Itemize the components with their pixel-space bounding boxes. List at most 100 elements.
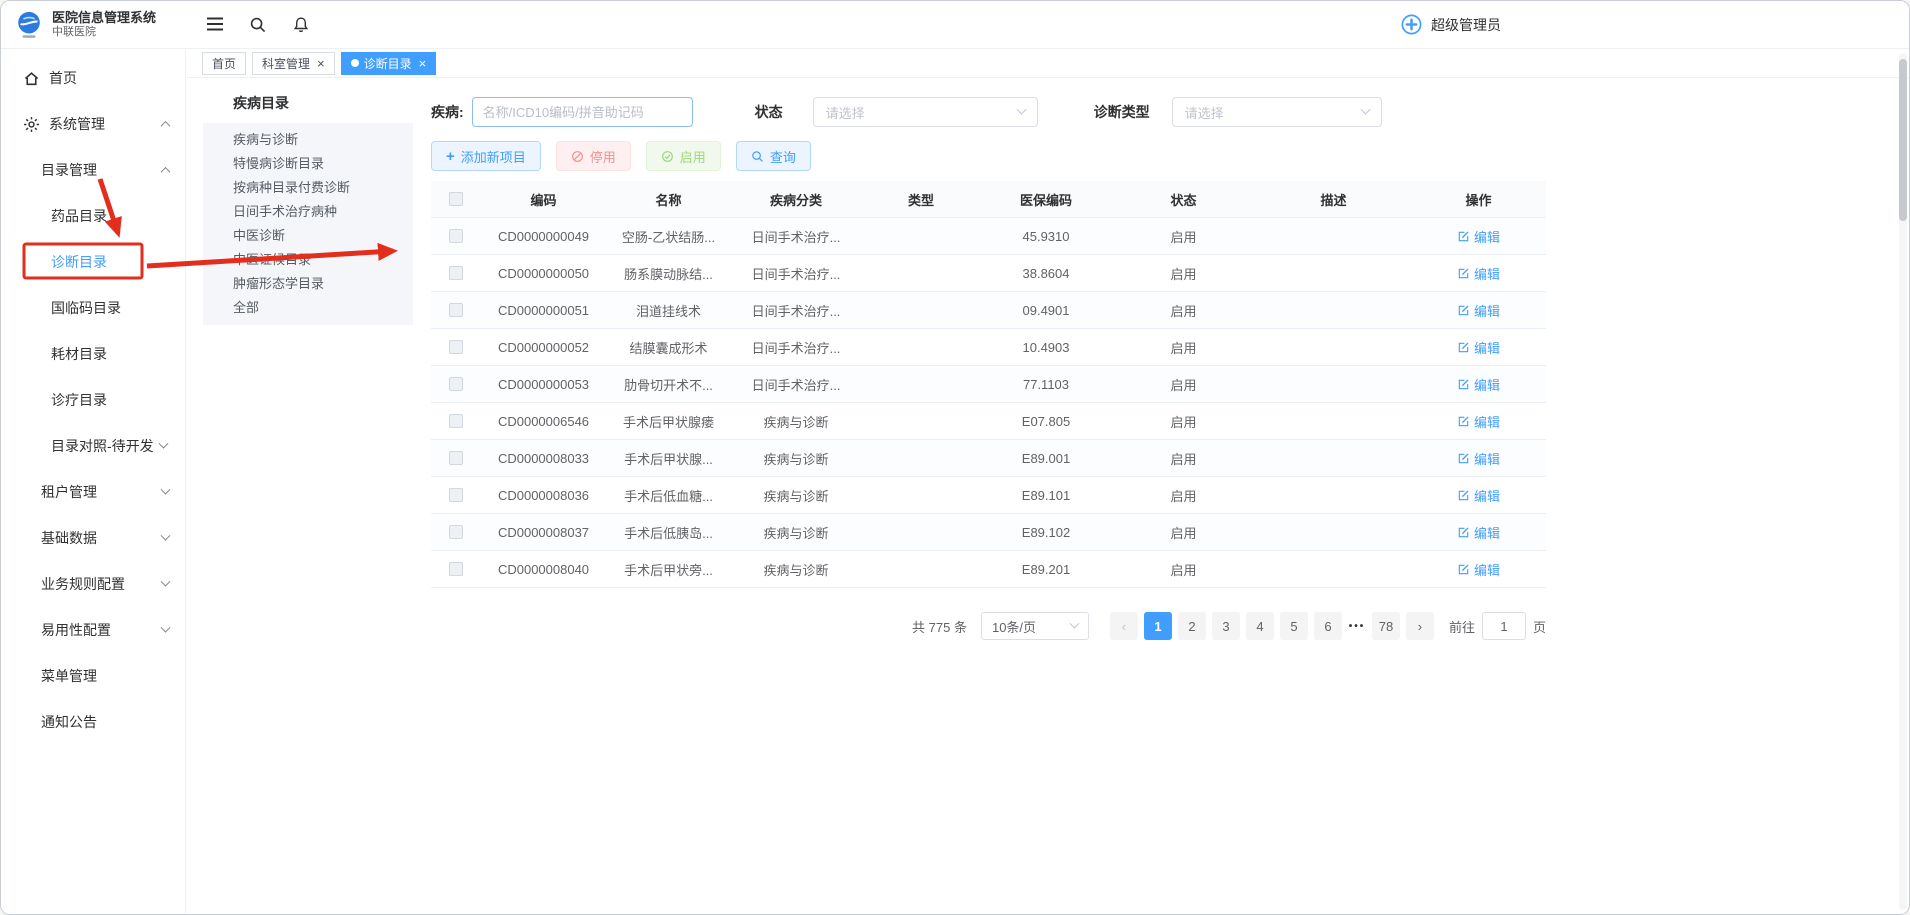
select-placeholder: 请选择 (1185, 103, 1224, 122)
header-actions: 操作 (1411, 181, 1546, 217)
row-checkbox[interactable] (449, 562, 463, 576)
row-checkbox[interactable] (449, 525, 463, 539)
catalog-item[interactable]: 肿瘤形态学目录 (203, 272, 413, 296)
enable-button[interactable]: 启用 (646, 141, 721, 171)
gear-icon (23, 116, 40, 133)
next-page-button[interactable]: › (1406, 612, 1434, 640)
page-button[interactable]: 1 (1144, 612, 1172, 640)
sidebar-item-business-rules[interactable]: 业务规则配置 (1, 561, 185, 607)
sidebar-item-base-data[interactable]: 基础数据 (1, 515, 185, 561)
catalog-item[interactable]: 疾病与诊断 (203, 128, 413, 152)
edit-button[interactable]: 编辑 (1457, 560, 1500, 579)
description-cell (1256, 366, 1411, 402)
tab-home[interactable]: 首页 (202, 52, 246, 75)
disable-button[interactable]: 停用 (556, 141, 631, 171)
edit-button[interactable]: 编辑 (1457, 227, 1500, 246)
page-button[interactable]: 4 (1246, 612, 1274, 640)
catalog-item[interactable]: 按病种目录付费诊断 (203, 176, 413, 200)
disease-search-input[interactable] (472, 97, 693, 127)
sidebar-item-catalog-mapping[interactable]: 目录对照-待开发 (1, 423, 185, 469)
sidebar-item-menu-mgmt[interactable]: 菜单管理 (1, 653, 185, 699)
status-cell: 启用 (1111, 514, 1256, 550)
catalog-item[interactable]: 中医证候目录 (203, 248, 413, 272)
page-button[interactable]: 5 (1280, 612, 1308, 640)
collapse-menu-icon[interactable] (206, 16, 224, 34)
sidebar-item-catalog-mgmt[interactable]: 目录管理 (1, 147, 185, 193)
prev-page-button[interactable]: ‹ (1110, 612, 1138, 640)
row-checkbox[interactable] (449, 340, 463, 354)
bell-icon[interactable] (292, 16, 310, 34)
edit-icon (1457, 230, 1470, 243)
description-cell (1256, 477, 1411, 513)
code-cell: CD0000006546 (481, 403, 606, 439)
name-cell: 手术后甲状腺瘘 (606, 403, 731, 439)
edit-button[interactable]: 编辑 (1457, 375, 1500, 394)
code-cell: CD0000008037 (481, 514, 606, 550)
row-checkbox[interactable] (449, 414, 463, 428)
name-cell: 手术后甲状腺... (606, 440, 731, 476)
medical-cross-icon (1400, 13, 1423, 36)
row-checkbox[interactable] (449, 451, 463, 465)
main-content: 疾病: 状态 请选择 诊断类型 请选择 + 添加新项目 (431, 97, 1546, 640)
insurance-code-cell: E89.101 (981, 477, 1111, 513)
table-row: CD0000006546 手术后甲状腺瘘 疾病与诊断 E07.805 启用 编辑 (431, 403, 1546, 440)
page-button[interactable]: 2 (1178, 612, 1206, 640)
catalog-item[interactable]: 全部 (203, 296, 413, 320)
sidebar-item-consumable-catalog[interactable]: 耗材目录 (1, 331, 185, 377)
row-checkbox[interactable] (449, 303, 463, 317)
row-checkbox[interactable] (449, 229, 463, 243)
catalog-title: 疾病目录 (203, 87, 413, 123)
last-page-button[interactable]: 78 (1372, 612, 1400, 640)
tab-label: 科室管理 (262, 55, 310, 72)
page-button[interactable]: 6 (1314, 612, 1342, 640)
sidebar-item-treatment-catalog[interactable]: 诊疗目录 (1, 377, 185, 423)
add-item-button[interactable]: + 添加新项目 (431, 141, 541, 171)
page-size-select[interactable]: 10条/页 (981, 612, 1089, 640)
row-checkbox[interactable] (449, 488, 463, 502)
sidebar-item-label: 业务规则配置 (41, 574, 125, 594)
catalog-item[interactable]: 日间手术治疗病种 (203, 200, 413, 224)
edit-button[interactable]: 编辑 (1457, 523, 1500, 542)
tab-bar: 首页 科室管理 × 诊断目录 × (187, 49, 1909, 78)
query-button[interactable]: 查询 (736, 141, 811, 171)
user-menu[interactable]: 超级管理员 (1400, 13, 1501, 36)
sidebar-item-system[interactable]: 系统管理 (1, 101, 185, 147)
category-cell: 日间手术治疗... (731, 292, 861, 328)
sidebar-item-drug-catalog[interactable]: 药品目录 (1, 193, 185, 239)
tab-department-mgmt[interactable]: 科室管理 × (252, 52, 335, 75)
status-cell: 启用 (1111, 551, 1256, 587)
category-cell: 疾病与诊断 (731, 440, 861, 476)
type-cell (861, 255, 981, 291)
sidebar-item-national-code-catalog[interactable]: 国临码目录 (1, 285, 185, 331)
edit-button[interactable]: 编辑 (1457, 486, 1500, 505)
edit-button[interactable]: 编辑 (1457, 412, 1500, 431)
sidebar-item-home[interactable]: 首页 (1, 55, 185, 101)
status-select[interactable]: 请选择 (813, 97, 1038, 127)
edit-button[interactable]: 编辑 (1457, 449, 1500, 468)
header-type: 类型 (861, 181, 981, 217)
header-icons (206, 16, 310, 34)
close-icon[interactable]: × (419, 57, 427, 70)
scrollbar-thumb[interactable] (1899, 59, 1907, 221)
search-icon[interactable] (249, 16, 267, 34)
sidebar-item-usability-config[interactable]: 易用性配置 (1, 607, 185, 653)
edit-button[interactable]: 编辑 (1457, 301, 1500, 320)
catalog-item[interactable]: 中医诊断 (203, 224, 413, 248)
select-all-checkbox[interactable] (449, 192, 463, 206)
goto-page-input[interactable] (1482, 612, 1526, 640)
vertical-scrollbar[interactable] (1899, 53, 1907, 910)
sidebar-item-tenant-mgmt[interactable]: 租户管理 (1, 469, 185, 515)
more-pages-icon[interactable]: ••• (1345, 621, 1369, 632)
edit-button[interactable]: 编辑 (1457, 264, 1500, 283)
type-cell (861, 329, 981, 365)
row-checkbox[interactable] (449, 377, 463, 391)
tab-diagnosis-catalog[interactable]: 诊断目录 × (341, 52, 437, 75)
row-checkbox[interactable] (449, 266, 463, 280)
sidebar-item-diagnosis-catalog[interactable]: 诊断目录 (1, 239, 185, 285)
page-button[interactable]: 3 (1212, 612, 1240, 640)
edit-button[interactable]: 编辑 (1457, 338, 1500, 357)
catalog-item[interactable]: 特慢病诊断目录 (203, 152, 413, 176)
diagnosis-type-select[interactable]: 请选择 (1172, 97, 1382, 127)
close-icon[interactable]: × (317, 57, 325, 70)
sidebar-item-notice[interactable]: 通知公告 (1, 699, 185, 745)
